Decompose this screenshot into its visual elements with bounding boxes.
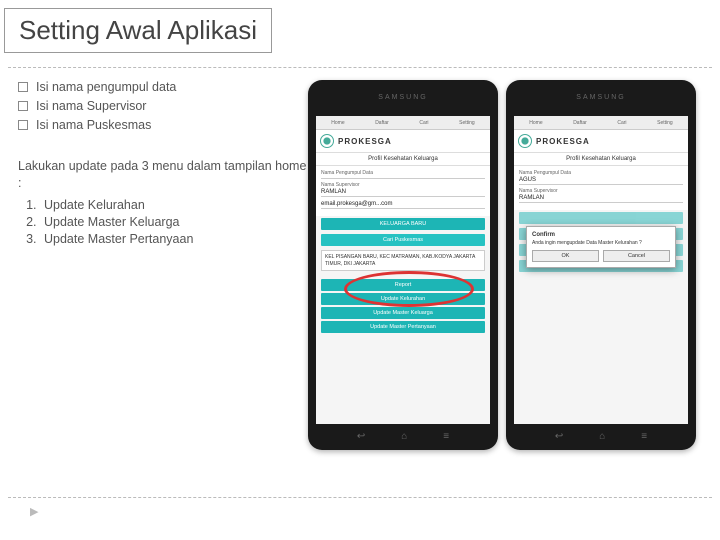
phone-right: Home Daftar Cari Setting PROKESGA Profil… xyxy=(506,80,696,450)
tab-bar: Home Daftar Cari Setting xyxy=(514,116,688,130)
back-icon[interactable]: ↩ xyxy=(555,431,563,442)
page-title-box: Setting Awal Aplikasi xyxy=(4,8,272,53)
app-subtitle: Profil Kesehatan Keluarga xyxy=(514,153,688,166)
checklist: Isi nama pengumpul data Isi nama Supervi… xyxy=(18,80,308,132)
tab-bar: Home Daftar Cari Setting xyxy=(316,116,490,130)
step-item: Update Master Pertanyaan xyxy=(40,232,308,246)
search-puskesmas-button[interactable]: Cari Puskesmas xyxy=(321,234,485,246)
dialog-cancel-button[interactable]: Cancel xyxy=(603,250,670,262)
field-value[interactable] xyxy=(321,176,485,179)
content-row: Isi nama pengumpul data Isi nama Supervi… xyxy=(0,68,720,450)
dialog-title: Confirm xyxy=(532,232,670,238)
checkbox-icon xyxy=(18,101,28,111)
menu-icon[interactable]: ≡ xyxy=(443,431,449,442)
kelurahan-info: KEL PISANGAN BARU, KEC MATRAMAN, KAB./KO… xyxy=(321,250,485,271)
instruction-paragraph: Lakukan update pada 3 menu dalam tampila… xyxy=(18,158,308,192)
field-value[interactable]: RAMLAN xyxy=(519,194,683,203)
form-area: Nama Pengumpul DataAGUS Nama SupervisorR… xyxy=(514,166,688,210)
text-column: Isi nama pengumpul data Isi nama Supervi… xyxy=(18,80,308,450)
back-icon[interactable]: ↩ xyxy=(357,431,365,442)
numbered-steps: Update Kelurahan Update Master Keluarga … xyxy=(18,198,308,246)
new-family-button[interactable]: KELUARGA BARU xyxy=(321,218,485,230)
app-name: PROKESGA xyxy=(536,137,590,146)
field-value[interactable]: email.prokesga@gm...com xyxy=(321,200,485,209)
checklist-item: Isi nama pengumpul data xyxy=(18,80,308,94)
tab[interactable]: Cari xyxy=(617,120,626,126)
field-value[interactable]: RAMLAN xyxy=(321,188,485,197)
app-subtitle: Profil Kesehatan Keluarga xyxy=(316,153,490,166)
update-menu-stack: Report Update Kelurahan Update Master Ke… xyxy=(316,277,490,335)
tab[interactable]: Home xyxy=(331,120,344,126)
phone-mockups: Home Daftar Cari Setting PROKESGA Profil… xyxy=(308,80,696,450)
screen: Home Daftar Cari Setting PROKESGA Profil… xyxy=(514,116,688,424)
step-item: Update Master Keluarga xyxy=(40,215,308,229)
checklist-label: Isi nama pengumpul data xyxy=(36,80,176,94)
dialog-ok-button[interactable]: OK xyxy=(532,250,599,262)
step-item: Update Kelurahan xyxy=(40,198,308,212)
menu-update-keluarga[interactable]: Update Master Keluarga xyxy=(321,307,485,319)
divider-bottom xyxy=(8,497,712,498)
app-logo-icon xyxy=(320,134,334,148)
checklist-item: Isi nama Puskesmas xyxy=(18,118,308,132)
checkbox-icon xyxy=(18,82,28,92)
phone-left: Home Daftar Cari Setting PROKESGA Profil… xyxy=(308,80,498,450)
app-header: PROKESGA xyxy=(514,130,688,153)
dialog-message: Anda ingin mengupdate Data Master Kelura… xyxy=(532,240,670,246)
app-header: PROKESGA xyxy=(316,130,490,153)
form-area: Nama Pengumpul Data Nama SupervisorRAMLA… xyxy=(316,166,490,216)
hw-buttons: ↩ ⌂ ≡ xyxy=(555,431,647,442)
hw-buttons: ↩ ⌂ ≡ xyxy=(357,431,449,442)
tab[interactable]: Setting xyxy=(459,120,475,126)
checklist-label: Isi nama Supervisor xyxy=(36,99,146,113)
page-title: Setting Awal Aplikasi xyxy=(19,15,257,46)
slide-arrow-icon: ▶ xyxy=(30,505,38,518)
home-icon[interactable]: ⌂ xyxy=(599,431,605,442)
screen: Home Daftar Cari Setting PROKESGA Profil… xyxy=(316,116,490,424)
checkbox-icon xyxy=(18,120,28,130)
tab[interactable]: Daftar xyxy=(375,120,389,126)
checklist-item: Isi nama Supervisor xyxy=(18,99,308,113)
menu-dimmed xyxy=(519,212,683,224)
app-name: PROKESGA xyxy=(338,137,392,146)
confirm-dialog: Confirm Anda ingin mengupdate Data Maste… xyxy=(526,226,676,268)
tab[interactable]: Daftar xyxy=(573,120,587,126)
tab[interactable]: Setting xyxy=(657,120,673,126)
menu-report[interactable]: Report xyxy=(321,279,485,291)
home-icon[interactable]: ⌂ xyxy=(401,431,407,442)
field-value[interactable]: AGUS xyxy=(519,176,683,185)
checklist-label: Isi nama Puskesmas xyxy=(36,118,151,132)
tab[interactable]: Home xyxy=(529,120,542,126)
menu-update-pertanyaan[interactable]: Update Master Pertanyaan xyxy=(321,321,485,333)
tab[interactable]: Cari xyxy=(419,120,428,126)
menu-icon[interactable]: ≡ xyxy=(641,431,647,442)
app-logo-icon xyxy=(518,134,532,148)
menu-update-kelurahan[interactable]: Update Kelurahan xyxy=(321,293,485,305)
